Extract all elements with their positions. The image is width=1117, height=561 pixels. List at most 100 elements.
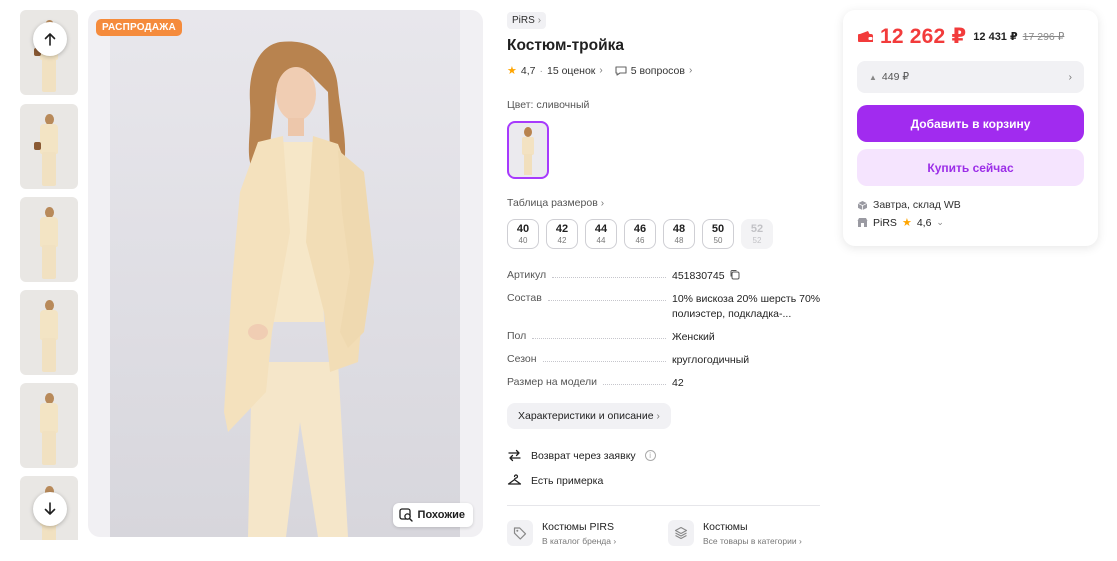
size-option[interactable]: 46 46 (624, 219, 656, 249)
fitting-label: Есть примерка (531, 474, 604, 487)
main-product-image[interactable]: РАСПРОДАЖА Похожие (88, 10, 483, 537)
sale-badge: РАСПРОДАЖА (96, 19, 182, 36)
delivery-text: Завтра, склад WB (873, 199, 961, 211)
star-icon: ★ (507, 65, 517, 77)
spec-row: Пол Женский (507, 330, 822, 345)
model-illustration (224, 41, 374, 537)
arrow-up-icon (44, 33, 56, 46)
wallet-price: 12 262 ₽ (880, 25, 967, 48)
chevron-right-icon: › (599, 65, 603, 76)
characteristics-button[interactable]: Характеристики и описание › (507, 403, 671, 429)
separator-dot: · (539, 64, 543, 77)
thumbnail[interactable] (20, 383, 78, 468)
brand-name: PiRS (512, 15, 535, 26)
size-value: 52 (750, 223, 764, 235)
size-ru: 48 (674, 236, 684, 245)
color-swatch-selected[interactable] (507, 121, 549, 179)
return-arrows-icon (508, 449, 521, 462)
product-info: PiRS › Костюм-тройка ★ 4,7 · 15 оценок ›… (507, 10, 822, 546)
size-option[interactable]: 48 48 (663, 219, 695, 249)
category-link[interactable]: Костюмы Все товары в категории › (668, 520, 803, 546)
link-subtitle: Все товары в категории (703, 535, 797, 546)
chevron-right-icon: › (537, 15, 542, 26)
size-ru: 42 (557, 236, 567, 245)
chevron-right-icon: › (656, 410, 660, 422)
size-table-link[interactable]: Таблица размеров › (507, 197, 822, 209)
price-card: 12 262 ₽ 12 431 ₽ 17 296 ₽ ▲ 449 ₽ › Доб… (843, 10, 1098, 246)
chevron-right-icon: › (1068, 71, 1073, 83)
spec-row: Состав 10% вискоза 20% шерсть 70% полиэс… (507, 292, 822, 322)
image-search-icon (398, 508, 413, 522)
buy-now-button[interactable]: Купить сейчас (857, 149, 1084, 186)
similar-button[interactable]: Похожие (392, 503, 473, 527)
spec-row: Размер на модели 42 (507, 376, 822, 391)
size-ru: 46 (635, 236, 645, 245)
rating-row: ★ 4,7 · 15 оценок › 5 вопросов › (507, 64, 822, 78)
spec-list: Артикул 451830745 Состав 10% вискоза 20%… (507, 269, 822, 391)
tag-icon (513, 527, 527, 540)
arrow-down-icon (44, 502, 56, 515)
swatch-model-image (522, 127, 534, 175)
questions-link[interactable]: 5 вопросов (631, 65, 685, 77)
thumbnail[interactable] (20, 290, 78, 375)
installment-amount: 449 ₽ (881, 71, 910, 83)
size-option[interactable]: 42 42 (546, 219, 578, 249)
size-value: 40 (516, 223, 530, 235)
stack-icon (674, 526, 688, 540)
spec-key: Размер на модели (507, 376, 597, 388)
info-icon[interactable]: i (644, 450, 656, 461)
shop-icon (857, 218, 868, 227)
catalog-links: Костюмы PIRS В каталог бренда › Костюмы … (507, 520, 822, 546)
rating-value: 4,7 (520, 64, 536, 77)
thumbnails-up-button[interactable] (33, 22, 67, 56)
size-ru: 52 (752, 236, 762, 245)
reviews-link[interactable]: 15 оценок (547, 65, 595, 77)
size-option-unavailable[interactable]: 52 52 (741, 219, 773, 249)
spec-value: 10% вискоза 20% шерсть 70% полиэстер, по… (672, 293, 821, 320)
fitting-available: Есть примерка (507, 473, 822, 488)
spec-row: Артикул 451830745 (507, 269, 822, 284)
spec-key: Состав (507, 292, 542, 304)
delivery-info: Завтра, склад WB (857, 199, 1084, 211)
chevron-right-icon: › (798, 535, 802, 546)
chevron-right-icon: › (688, 65, 693, 76)
spec-key: Пол (507, 330, 527, 342)
size-value: 48 (672, 223, 686, 235)
chevron-down-icon: ⌄ (936, 217, 944, 227)
size-selector: 40 40 42 42 44 44 46 46 48 48 50 50 52 52 (507, 219, 822, 249)
seller-name: PiRS (873, 216, 897, 229)
wallet-icon (858, 30, 873, 42)
size-ru: 44 (596, 236, 606, 245)
price-row: 12 262 ₽ 12 431 ₽ 17 296 ₽ (857, 24, 1084, 49)
old-price: 17 296 ₽ (1022, 30, 1065, 43)
seller-info[interactable]: PiRS ★ 4,6 ⌄ (857, 216, 1084, 229)
installment-option[interactable]: ▲ 449 ₽ › (857, 61, 1084, 93)
size-option[interactable]: 44 44 (585, 219, 617, 249)
add-to-cart-button[interactable]: Добавить в корзину (857, 105, 1084, 142)
brand-link[interactable]: PiRS › (507, 12, 547, 29)
size-value: 46 (633, 223, 647, 235)
similar-label: Похожие (417, 509, 465, 521)
return-policy-label: Возврат через заявку (531, 449, 636, 462)
link-subtitle: В каталог бренда (542, 535, 611, 546)
article-value: 451830745 (672, 270, 725, 282)
spec-row: Сезон круглогодичный (507, 353, 822, 368)
size-ru: 50 (713, 236, 723, 245)
chevron-right-icon: › (613, 535, 617, 546)
color-label: Цвет: сливочный (507, 99, 590, 111)
size-option[interactable]: 50 50 (702, 219, 734, 249)
thumbnails-down-button[interactable] (33, 492, 67, 526)
spec-value: Женский (672, 331, 715, 343)
size-value: 42 (555, 223, 569, 235)
spec-key: Артикул (507, 269, 547, 281)
thumbnail[interactable] (20, 197, 78, 282)
brand-catalog-link[interactable]: Костюмы PIRS В каталог бренда › (507, 520, 642, 546)
size-ru: 40 (518, 236, 528, 245)
link-title: Костюмы PIRS (542, 520, 614, 533)
thumbnail[interactable] (20, 104, 78, 189)
spec-value: круглогодичный (672, 354, 750, 366)
copy-icon[interactable] (729, 269, 740, 280)
size-option[interactable]: 40 40 (507, 219, 539, 249)
product-title: Костюм-тройка (507, 37, 625, 54)
divider (507, 505, 820, 506)
